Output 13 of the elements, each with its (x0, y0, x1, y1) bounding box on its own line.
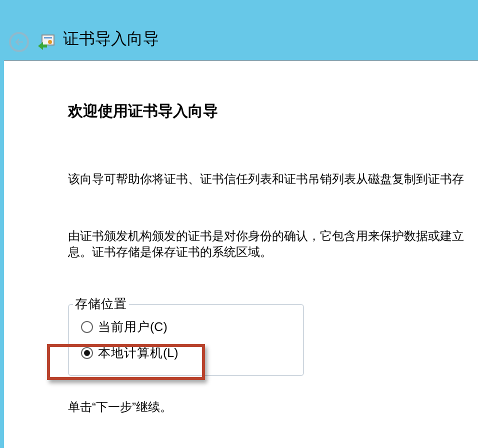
radio-button[interactable] (81, 346, 93, 358)
intro-text: 该向导可帮助你将证书、证书信任列表和证书吊销列表从磁盘复制到证书存 (68, 170, 465, 188)
description-text: 由证书颁发机构颁发的证书是对你身份的确认，它包含用来保护数据或建立 (68, 228, 465, 244)
group-label: 存储位置 (73, 296, 129, 312)
radio-button[interactable] (81, 320, 93, 332)
certificate-icon (37, 34, 55, 52)
footer-text: 单击“下一步”继续。 (68, 398, 173, 416)
back-arrow-icon (14, 37, 24, 47)
radio-option[interactable]: 本地计算机(L) (81, 344, 178, 360)
description-text: 息。证书存储是保存证书的系统区域。 (68, 244, 273, 260)
radio-option[interactable]: 当前用户(C) (81, 318, 168, 334)
window-title: 证书导入向导 (63, 30, 159, 50)
page-heading: 欢迎使用证书导入向导 (68, 102, 219, 122)
